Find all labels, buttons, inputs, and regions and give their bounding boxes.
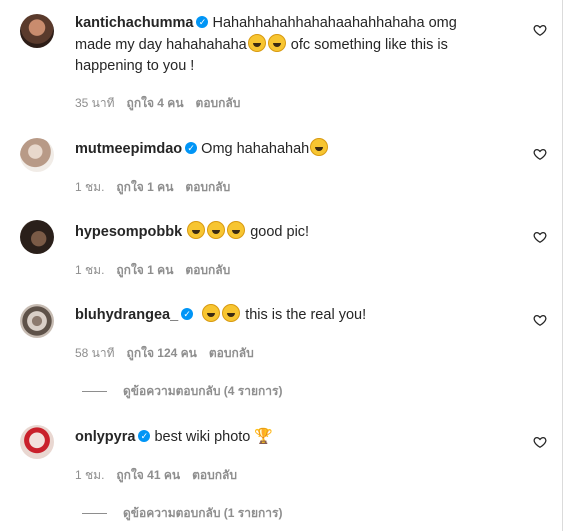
- comment-text-line: this is the real you!: [245, 307, 367, 323]
- reply-button[interactable]: ตอบกลับ: [185, 180, 230, 194]
- comment-text-line: made my day hahahahaha: [75, 37, 247, 53]
- like-count[interactable]: ถูกใจ 1 คน: [116, 263, 173, 277]
- avatar[interactable]: [20, 220, 54, 254]
- comment-meta: 35 นาที ถูกใจ 4 คน ตอบกลับ: [75, 94, 252, 113]
- verified-badge-icon: ✓: [196, 16, 209, 29]
- comment-text-line: good pic!: [250, 224, 310, 240]
- comment-text: mutmeepimdao ✓ Omg hahahahah: [75, 138, 515, 160]
- verified-badge-icon: ✓: [181, 308, 194, 321]
- comment-time[interactable]: 35 นาที: [75, 96, 115, 110]
- rolling-on-floor-laughing-emoji-icon: [187, 221, 206, 239]
- comment-time[interactable]: 58 นาที: [75, 346, 115, 360]
- comment-meta: 1 ชม. ถูกใจ 41 คน ตอบกลับ: [75, 466, 249, 485]
- heart-outline-icon[interactable]: [533, 230, 547, 244]
- view-replies-label[interactable]: ดูข้อความตอบกลับ (1 รายการ): [123, 506, 282, 520]
- rolling-on-floor-laughing-emoji-icon: [227, 221, 246, 239]
- reply-button[interactable]: ตอบกลับ: [185, 263, 230, 277]
- view-replies-button[interactable]: ดูข้อความตอบกลับ (1 รายการ): [82, 504, 282, 523]
- like-count[interactable]: ถูกใจ 1 คน: [116, 180, 173, 194]
- heart-outline-icon[interactable]: [533, 147, 547, 161]
- grinning-squinting-emoji-icon: [247, 34, 266, 52]
- comment-text: bluhydrangea_ ✓ this is the real you!: [75, 304, 515, 326]
- like-count[interactable]: ถูกใจ 41 คน: [116, 468, 180, 482]
- heart-outline-icon[interactable]: [533, 313, 547, 327]
- comment-text: kanticha­chumma ✓ Hahahhahahhahahaahahhaha…: [75, 13, 515, 77]
- rolling-on-floor-laughing-emoji-icon: [207, 221, 226, 239]
- avatar[interactable]: [20, 304, 54, 338]
- like-count[interactable]: ถูกใจ 124 คน: [127, 346, 197, 360]
- verified-badge-icon: ✓: [185, 142, 198, 155]
- verified-badge-icon: ✓: [138, 430, 151, 443]
- comment-text: onlypyra ✓ best wiki photo 🏆: [75, 426, 515, 448]
- comment-text-line: Omg hahahahah: [201, 141, 310, 157]
- comment-text-line: happening to you !: [75, 58, 195, 74]
- like-count[interactable]: ถูกใจ 4 คน: [127, 96, 184, 110]
- trophy-emoji-icon: 🏆: [254, 427, 274, 445]
- grinning-squinting-emoji-icon: [267, 34, 286, 52]
- comment-meta: 1 ชม. ถูกใจ 1 คน ตอบกลับ: [75, 261, 242, 280]
- view-replies-button[interactable]: ดูข้อความตอบกลับ (4 รายการ): [82, 382, 282, 401]
- comment-meta: 1 ชม. ถูกใจ 1 คน ตอบกลับ: [75, 178, 242, 197]
- comment-time[interactable]: 1 ชม.: [75, 468, 104, 482]
- comment-meta: 58 นาที ถูกใจ 124 คน ตอบกลับ: [75, 344, 266, 363]
- divider: [82, 391, 107, 393]
- reply-button[interactable]: ตอบกลับ: [196, 96, 241, 110]
- comment-time[interactable]: 1 ชม.: [75, 263, 104, 277]
- grinning-squinting-emoji-icon: [310, 138, 329, 156]
- heart-outline-icon[interactable]: [533, 23, 547, 37]
- comment-text-line: ofc something like this is: [290, 37, 448, 53]
- avatar[interactable]: [20, 14, 54, 48]
- comment-username[interactable]: kanticha­chumma: [75, 15, 193, 31]
- divider: [82, 513, 107, 515]
- avatar[interactable]: [20, 138, 54, 172]
- comment-username[interactable]: onlypyra: [75, 429, 135, 445]
- grinning-squinting-emoji-icon: [202, 304, 221, 322]
- comment-username[interactable]: bluhydrangea_: [75, 307, 178, 323]
- view-replies-label[interactable]: ดูข้อความตอบกลับ (4 รายการ): [123, 384, 282, 398]
- avatar[interactable]: [20, 425, 54, 459]
- heart-outline-icon[interactable]: [533, 435, 547, 449]
- comment-time[interactable]: 1 ชม.: [75, 180, 104, 194]
- comment-text-line: best wiki photo: [154, 429, 251, 445]
- comment-username[interactable]: hypesompobbk: [75, 224, 182, 240]
- comment-text: hypesompobbk good pic!: [75, 221, 515, 243]
- comment-text-line: Hahahhahahhahahaahahhahaha omg: [212, 15, 457, 31]
- grinning-squinting-emoji-icon: [222, 304, 241, 322]
- comment-username[interactable]: mutmeepimdao: [75, 141, 182, 157]
- reply-button[interactable]: ตอบกลับ: [192, 468, 237, 482]
- reply-button[interactable]: ตอบกลับ: [209, 346, 254, 360]
